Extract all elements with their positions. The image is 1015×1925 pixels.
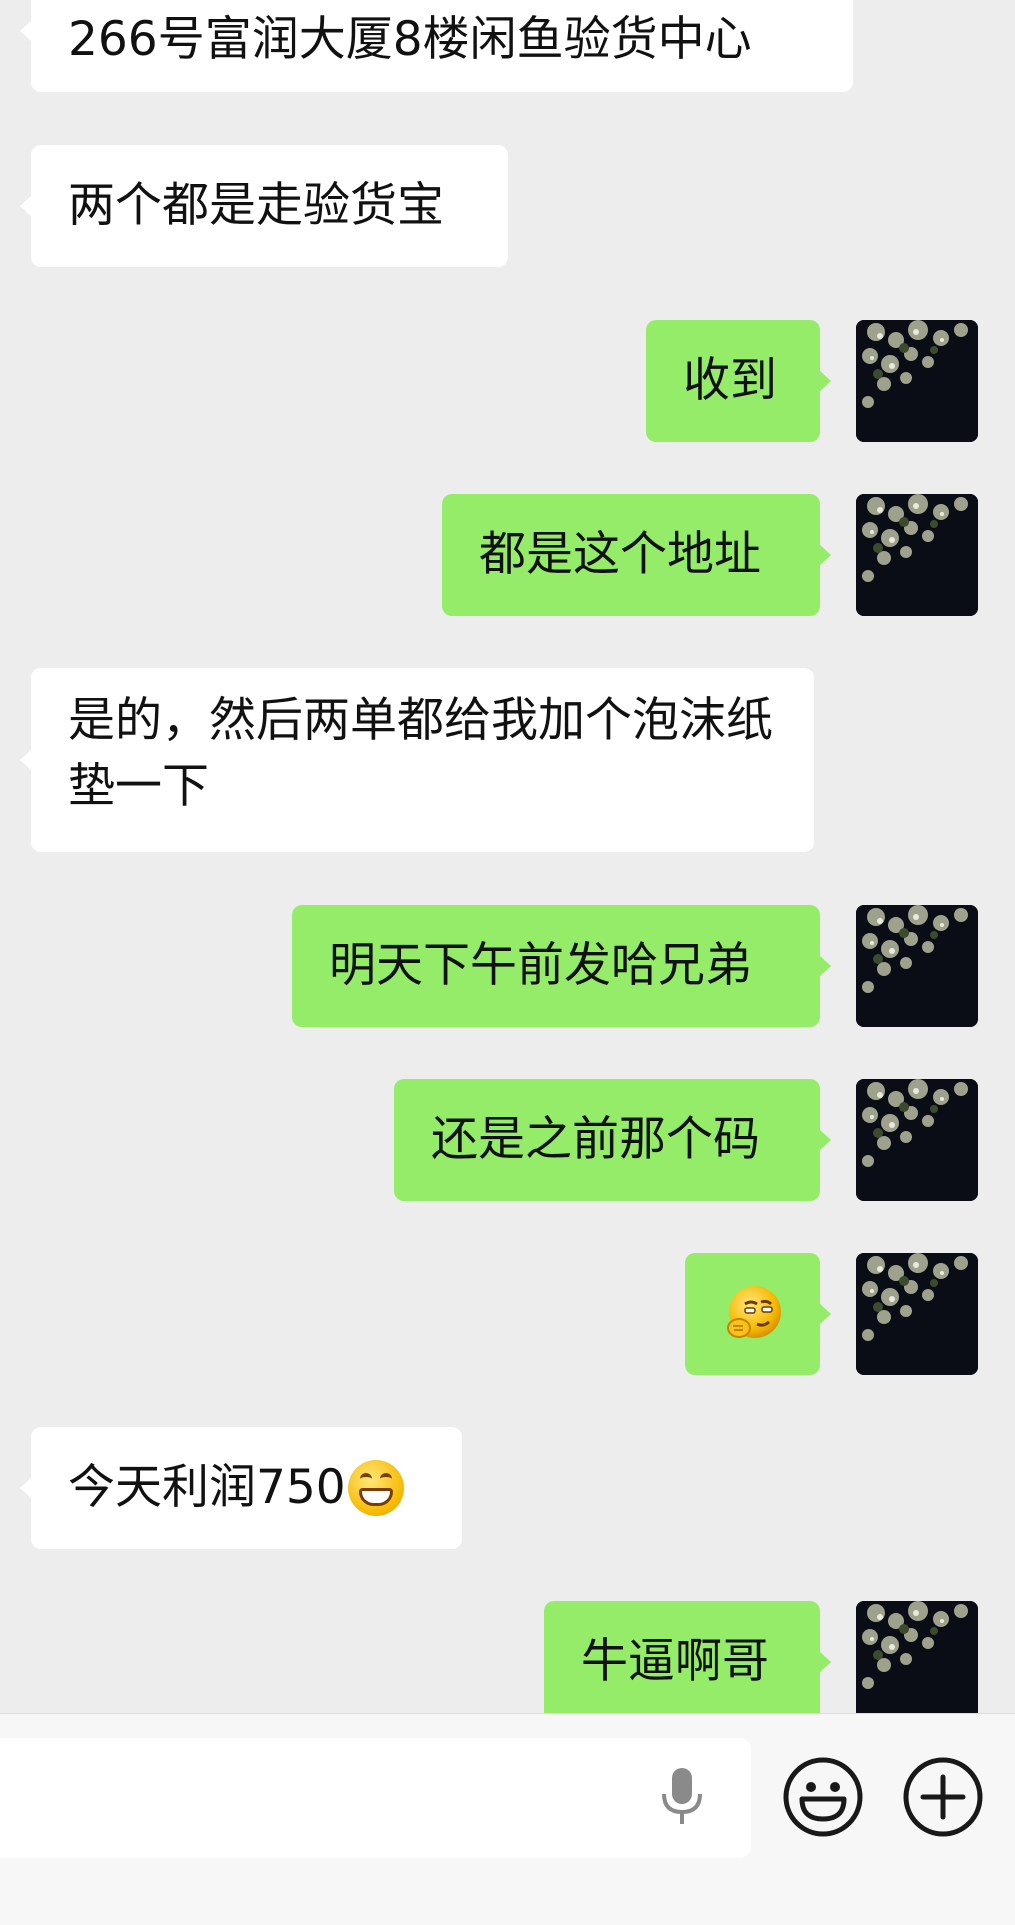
message-text: 今天利润750 — [68, 1459, 346, 1515]
avatar-tree-image — [856, 1601, 978, 1713]
message-bubble-outgoing[interactable]: 还是之前那个码 — [394, 1079, 831, 1201]
avatar[interactable] — [856, 905, 978, 1027]
message-text: 266号富润大厦8楼闲鱼验货中心 — [68, 11, 752, 67]
message-bubble-outgoing[interactable]: 收到 — [646, 320, 831, 442]
message-bubble-outgoing[interactable]: 都是这个地址 — [442, 494, 831, 616]
message-bubble-outgoing[interactable]: 牛逼啊哥 — [544, 1601, 831, 1713]
avatar[interactable] — [856, 1079, 978, 1201]
avatar[interactable] — [856, 320, 978, 442]
message-text: 牛逼啊哥 — [581, 1633, 769, 1689]
chat-input-bar — [0, 1713, 1015, 1925]
message-text: 两个都是走验货宝 — [68, 177, 444, 233]
emoji-icon[interactable] — [782, 1756, 864, 1838]
plus-icon[interactable] — [902, 1756, 984, 1838]
message-bubble-outgoing[interactable] — [685, 1253, 831, 1375]
avatar[interactable] — [856, 494, 978, 616]
chat-message-list[interactable]: 266号富润大厦8楼闲鱼验货中心 两个都是走验货宝 收到 都是这个地址 是的，然… — [0, 0, 1015, 1713]
microphone-icon[interactable] — [657, 1762, 707, 1834]
message-text: 明天下午前发哈兄弟 — [329, 937, 752, 993]
message-bubble-incoming[interactable]: 是的，然后两单都给我加个泡沫纸垫一下 — [20, 668, 814, 852]
grin-emoji-icon — [347, 1460, 404, 1516]
avatar-tree-image — [856, 1079, 978, 1201]
message-bubble-incoming[interactable]: 两个都是走验货宝 — [20, 145, 508, 267]
avatar-tree-image — [856, 494, 978, 616]
avatar-tree-image — [856, 1253, 978, 1375]
message-bubble-incoming[interactable]: 今天利润750 — [20, 1427, 462, 1549]
avatar[interactable] — [856, 1253, 978, 1375]
avatar-tree-image — [856, 320, 978, 442]
avatar[interactable] — [856, 1601, 978, 1713]
smirk-thinking-emoji-icon — [726, 1286, 781, 1338]
avatar-tree-image — [856, 905, 978, 1027]
message-bubble-incoming[interactable]: 266号富润大厦8楼闲鱼验货中心 — [20, 0, 853, 92]
message-text: 都是这个地址 — [479, 526, 761, 582]
message-text: 还是之前那个码 — [431, 1111, 760, 1167]
message-text: 是的，然后两单都给我加个泡沫纸垫一下 — [68, 693, 773, 814]
message-input[interactable] — [0, 1738, 751, 1858]
message-text: 收到 — [683, 352, 777, 408]
message-bubble-outgoing[interactable]: 明天下午前发哈兄弟 — [292, 905, 831, 1027]
